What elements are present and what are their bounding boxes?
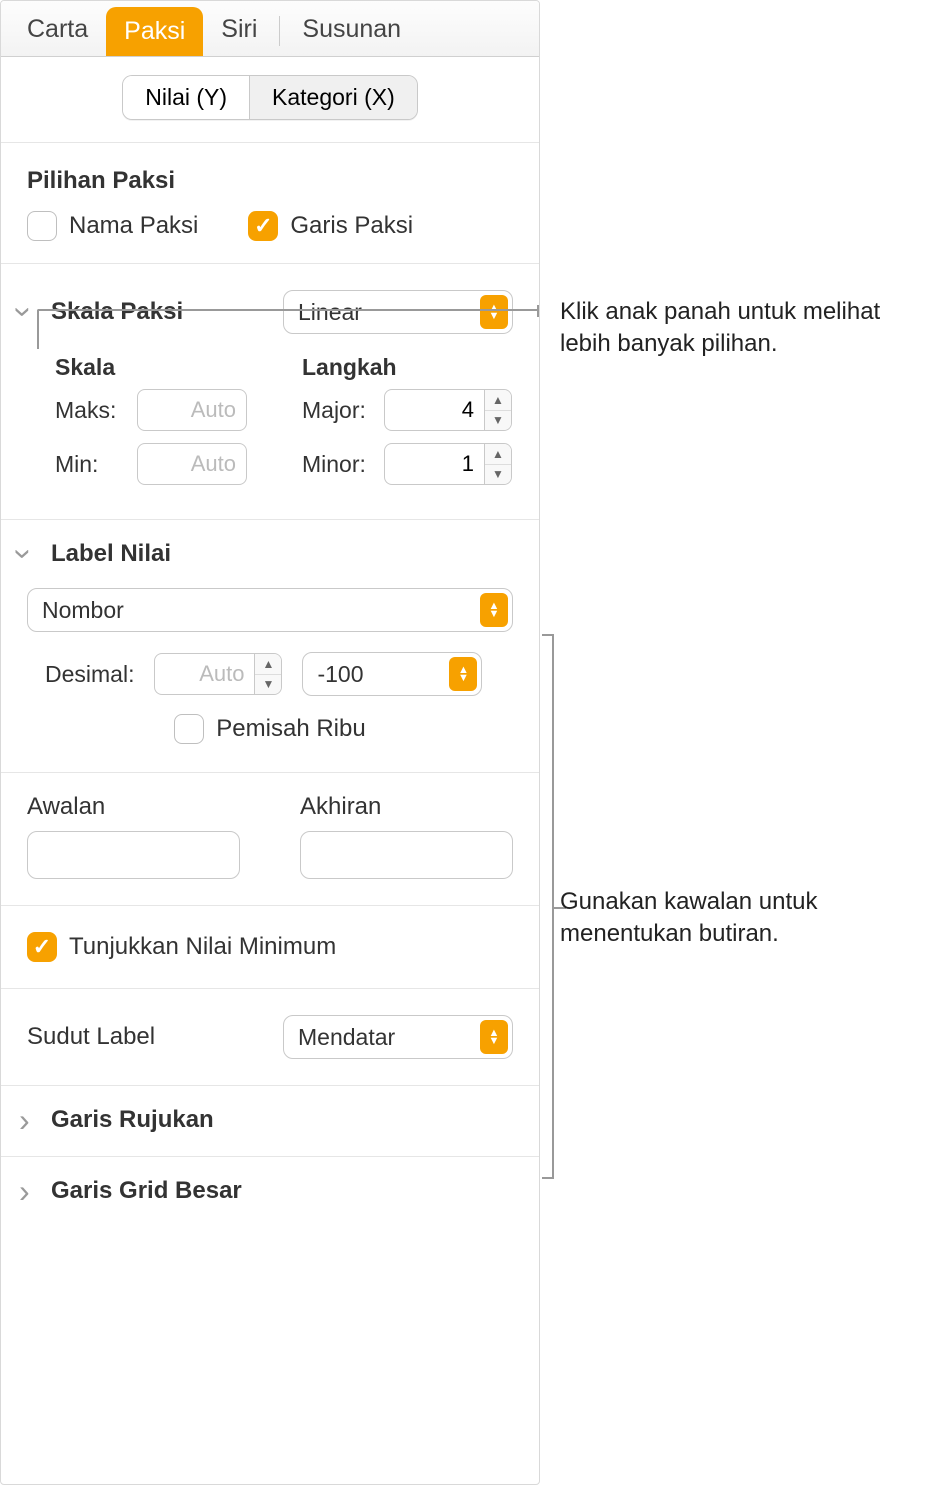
value-labels-section: Label Nilai Nombor Desimal: ▲ ▼ -100 — [1, 520, 539, 1086]
value-labels-title: Label Nilai — [51, 540, 171, 568]
tab-separator — [279, 16, 280, 46]
show-minimum-checkbox[interactable] — [27, 932, 57, 962]
decimals-step-up[interactable]: ▲ — [255, 654, 281, 674]
tab-series[interactable]: Siri — [203, 5, 275, 56]
decimals-step-down[interactable]: ▼ — [255, 674, 281, 695]
format-tabs: Carta Paksi Siri Susunan — [1, 1, 539, 57]
seg-category-x[interactable]: Kategori (X) — [249, 76, 417, 119]
popup-arrows-icon — [480, 593, 508, 627]
thousands-separator-label: Pemisah Ribu — [216, 715, 365, 743]
label-angle-value: Mendatar — [298, 1024, 395, 1051]
label-angle-popup[interactable]: Mendatar — [283, 1015, 513, 1059]
tab-arrange[interactable]: Susunan — [284, 5, 419, 56]
axis-scale-disclosure-icon[interactable] — [19, 302, 39, 322]
max-input[interactable] — [137, 389, 247, 431]
major-gridlines-title: Garis Grid Besar — [51, 1177, 242, 1205]
callout-controls: Gunakan kawalan untuk menentukan butiran… — [560, 886, 920, 951]
major-gridlines-disclosure-icon — [19, 1181, 39, 1201]
major-gridlines-header[interactable]: Garis Grid Besar — [1, 1157, 539, 1227]
suffix-label: Akhiran — [300, 793, 513, 821]
show-minimum-label: Tunjukkan Nilai Minimum — [69, 933, 336, 961]
axis-name-label: Nama Paksi — [69, 212, 198, 240]
minor-step-down[interactable]: ▼ — [485, 464, 511, 485]
popup-arrows-icon — [480, 295, 508, 329]
popup-arrows-icon — [449, 657, 477, 691]
axis-scale-type-value: Linear — [298, 299, 362, 326]
min-label: Min: — [55, 451, 127, 478]
major-gridlines-section: Garis Grid Besar — [1, 1157, 539, 1227]
negative-format-value: -100 — [317, 661, 363, 688]
steps-label: Langkah — [302, 354, 513, 381]
max-label: Maks: — [55, 397, 127, 424]
major-label: Major: — [302, 397, 374, 424]
callout-bracket-side — [542, 634, 554, 1179]
axis-name-checkbox[interactable] — [27, 211, 57, 241]
axis-scale-type-popup[interactable]: Linear — [283, 290, 513, 334]
minor-step-up[interactable]: ▲ — [485, 444, 511, 464]
thousands-separator-checkbox[interactable] — [174, 714, 204, 744]
seg-value-y[interactable]: Nilai (Y) — [123, 76, 249, 119]
axis-options-title: Pilihan Paksi — [27, 167, 513, 195]
major-stepper[interactable]: ▲ ▼ — [384, 389, 512, 431]
value-labels-format-value: Nombor — [42, 597, 124, 624]
prefix-input[interactable] — [27, 831, 240, 879]
scale-label: Skala — [55, 354, 266, 381]
decimals-label: Desimal: — [45, 661, 134, 688]
decimals-input[interactable] — [154, 653, 254, 695]
axis-line-checkbox[interactable] — [248, 211, 278, 241]
axis-line-label: Garis Paksi — [290, 212, 413, 240]
axis-scale-title: Skala Paksi — [51, 298, 183, 326]
min-input[interactable] — [137, 443, 247, 485]
format-inspector-panel: Carta Paksi Siri Susunan Nilai (Y) Kateg… — [0, 0, 540, 1485]
minor-label: Minor: — [302, 451, 374, 478]
reference-lines-disclosure-icon — [19, 1110, 39, 1130]
prefix-label: Awalan — [27, 793, 240, 821]
popup-arrows-icon — [480, 1020, 508, 1054]
label-angle-label: Sudut Label — [27, 1023, 155, 1051]
minor-stepper[interactable]: ▲ ▼ — [384, 443, 512, 485]
suffix-input[interactable] — [300, 831, 513, 879]
tab-axis[interactable]: Paksi — [106, 7, 203, 56]
reference-lines-header[interactable]: Garis Rujukan — [1, 1086, 539, 1156]
major-input[interactable] — [384, 389, 484, 431]
minor-input[interactable] — [384, 443, 484, 485]
tab-chart[interactable]: Carta — [9, 5, 106, 56]
axis-segmented-control: Nilai (Y) Kategori (X) — [1, 57, 539, 143]
value-labels-disclosure-icon[interactable] — [19, 544, 39, 564]
reference-lines-title: Garis Rujukan — [51, 1106, 214, 1134]
value-labels-format-popup[interactable]: Nombor — [27, 588, 513, 632]
major-step-up[interactable]: ▲ — [485, 390, 511, 410]
negative-format-popup[interactable]: -100 — [302, 652, 482, 696]
decimals-stepper[interactable]: ▲ ▼ — [154, 653, 282, 695]
reference-lines-section: Garis Rujukan — [1, 1086, 539, 1157]
axis-scale-section: Skala Paksi Linear Skala Maks: Min: L — [1, 264, 539, 520]
major-step-down[interactable]: ▼ — [485, 410, 511, 431]
callout-disclosure: Klik anak panah untuk melihat lebih bany… — [560, 296, 920, 361]
axis-options-section: Pilihan Paksi Nama Paksi Garis Paksi — [1, 143, 539, 264]
